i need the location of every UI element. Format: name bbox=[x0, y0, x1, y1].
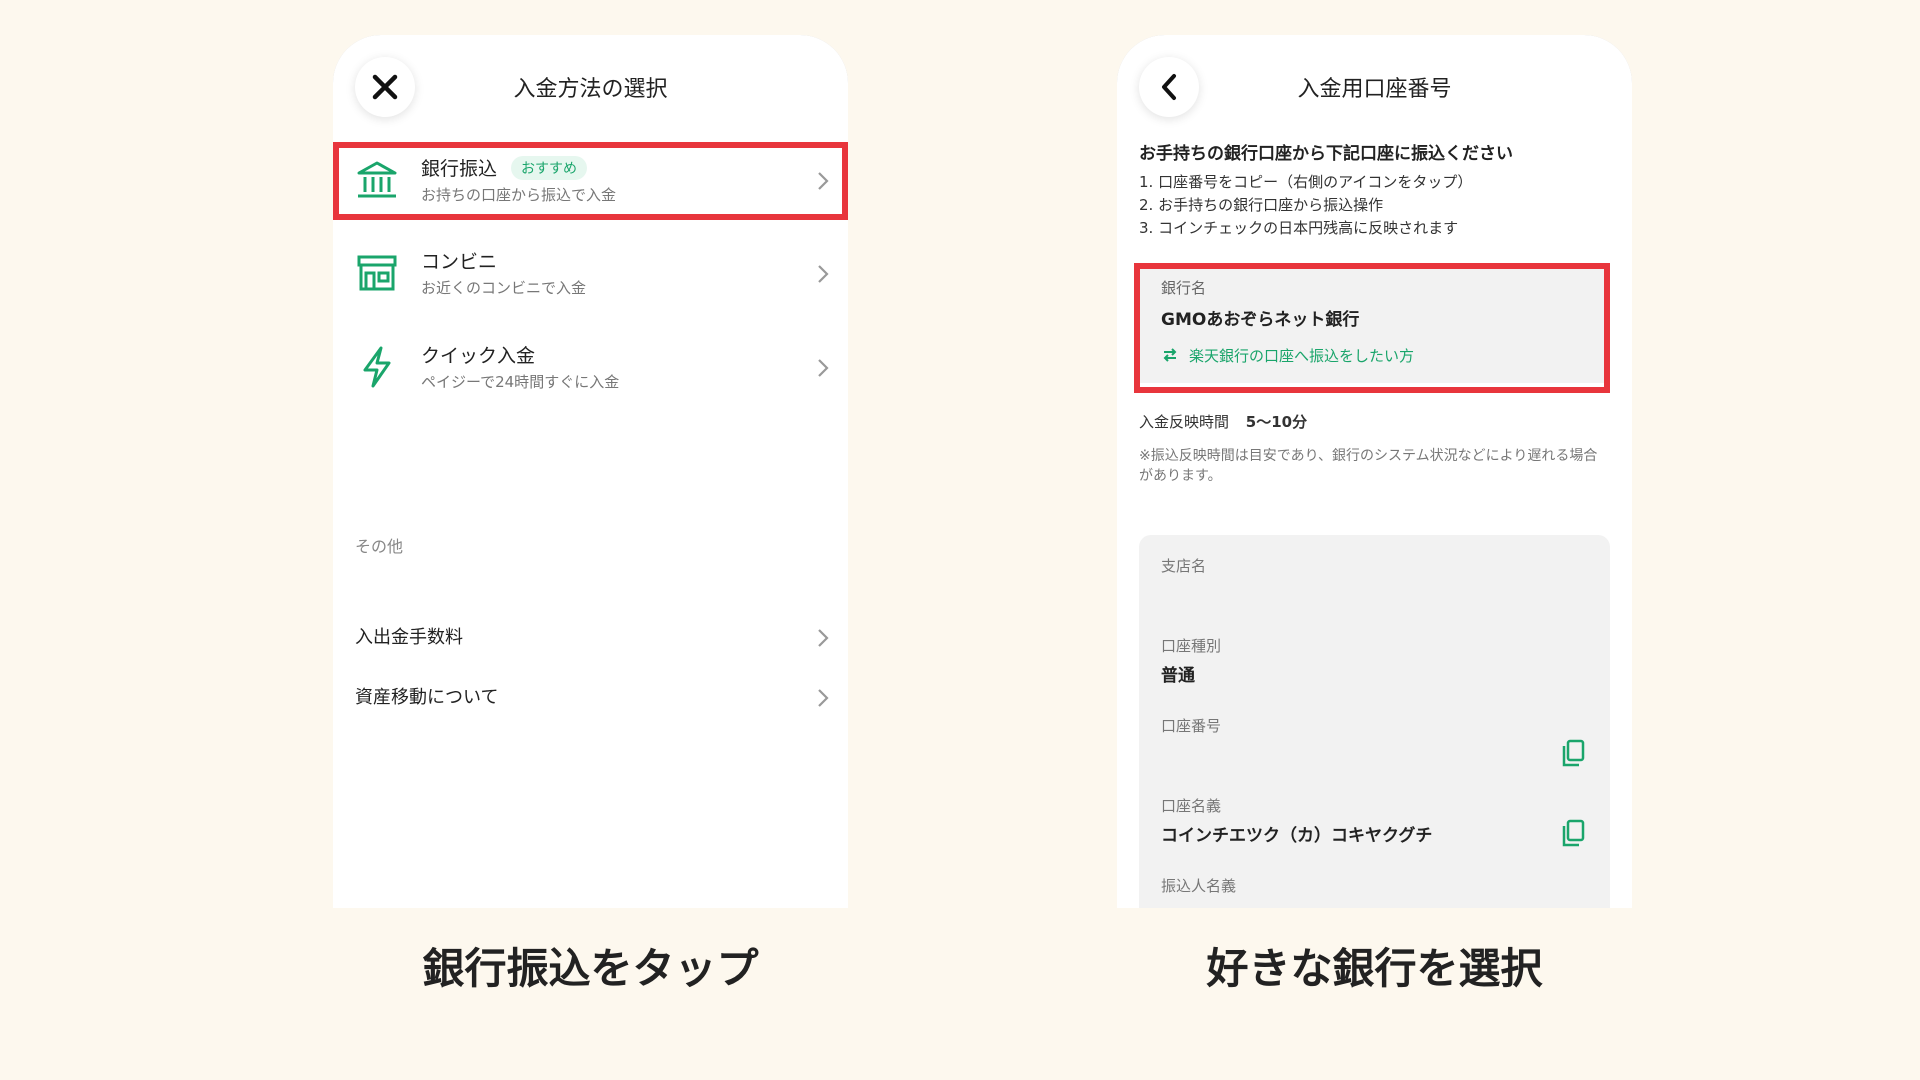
left-caption: 銀行振込をタップ bbox=[422, 944, 759, 993]
instruction-title: お手持ちの銀行口座から下記口座に振込ください bbox=[1139, 144, 1513, 164]
chevron-right-icon bbox=[818, 172, 829, 190]
switch-bank-text: 楽天銀行の口座へ振込をしたい方 bbox=[1189, 347, 1415, 365]
store-icon bbox=[357, 255, 397, 291]
section-label-other: その他 bbox=[355, 537, 404, 556]
field-value: 普通 bbox=[1161, 666, 1195, 686]
switch-bank-link[interactable]: 楽天銀行の口座へ振込をしたい方 bbox=[1161, 345, 1414, 366]
other-item-title: 資産移動について bbox=[355, 687, 499, 708]
page-title: 入金方法の選択 bbox=[513, 77, 668, 102]
field-label: 口座種別 bbox=[1161, 637, 1222, 655]
bank-label: 銀行名 bbox=[1161, 279, 1207, 297]
bank-select-card[interactable]: 銀行名 GMOあおぞらネット銀行 楽天銀行の口座へ振込をしたい方 bbox=[1139, 263, 1610, 383]
recommend-badge: おすすめ bbox=[511, 156, 588, 180]
lightning-icon bbox=[363, 346, 391, 388]
page-title: 入金用口座番号 bbox=[1297, 77, 1452, 102]
copy-icon[interactable] bbox=[1560, 819, 1586, 849]
field-label: 支店名 bbox=[1161, 557, 1207, 575]
field-label: 口座名義 bbox=[1161, 797, 1222, 815]
left-phone-screen: 入金方法の選択 銀行振込 おすすめ お持ちの口座から振込で入金 コンビニ お近く… bbox=[333, 35, 848, 908]
bank-icon bbox=[357, 161, 397, 198]
reflect-time-value: 5〜10分 bbox=[1245, 413, 1308, 431]
method-title: コンビニ bbox=[421, 251, 498, 273]
method-title: 銀行振込 bbox=[421, 158, 498, 180]
instruction-step: 2. お手持ちの銀行口座から振込操作 bbox=[1139, 196, 1384, 214]
method-bank-transfer[interactable]: 銀行振込 おすすめ お持ちの口座から振込で入金 bbox=[333, 142, 848, 220]
right-phone-screen: 入金用口座番号 お手持ちの銀行口座から下記口座に振込ください 1. 口座番号をコ… bbox=[1117, 35, 1632, 908]
chevron-right-icon bbox=[818, 629, 829, 647]
method-subtitle: お近くのコンビニで入金 bbox=[421, 279, 587, 297]
reflect-time-label: 入金反映時間 bbox=[1139, 413, 1230, 431]
other-item-title: 入出金手数料 bbox=[355, 627, 463, 648]
field-label: 口座番号 bbox=[1161, 717, 1222, 735]
bank-name: GMOあおぞらネット銀行 bbox=[1161, 310, 1360, 330]
account-details-card: 支店名 口座種別 普通 口座番号 口座名義 コインチエツク（カ）コキヤクグチ 振… bbox=[1139, 535, 1610, 908]
field-value: コインチエツク（カ）コキヤクグチ bbox=[1161, 826, 1433, 846]
right-caption: 好きな銀行を選択 bbox=[1206, 944, 1543, 993]
method-subtitle: お持ちの口座から振込で入金 bbox=[421, 186, 617, 204]
other-item-fees[interactable]: 入出金手数料 bbox=[333, 611, 848, 661]
header: 入金用口座番号 bbox=[1117, 35, 1632, 135]
chevron-right-icon bbox=[818, 359, 829, 377]
instruction-step: 1. 口座番号をコピー（右側のアイコンをタップ） bbox=[1139, 173, 1473, 191]
method-subtitle: ペイジーで24時間すぐに入金 bbox=[421, 373, 620, 391]
chevron-right-icon bbox=[818, 265, 829, 283]
method-convenience-store[interactable]: コンビニ お近くのコンビニで入金 bbox=[333, 235, 848, 313]
field-label: 振込人名義 bbox=[1161, 877, 1237, 895]
reflect-note: ※振込反映時間は目安であり、銀行のシステム状況などにより遅れる場合があります。 bbox=[1139, 448, 1598, 484]
method-quick-deposit[interactable]: クイック入金 ペイジーで24時間すぐに入金 bbox=[333, 329, 848, 407]
header: 入金方法の選択 bbox=[333, 35, 848, 135]
chevron-right-icon bbox=[818, 689, 829, 707]
method-title: クイック入金 bbox=[421, 345, 536, 367]
instruction-step: 3. コインチェックの日本円残高に反映されます bbox=[1139, 219, 1459, 237]
swap-arrows-icon bbox=[1163, 348, 1177, 362]
copy-icon[interactable] bbox=[1560, 739, 1586, 769]
other-item-asset-transfer[interactable]: 資産移動について bbox=[333, 671, 848, 721]
